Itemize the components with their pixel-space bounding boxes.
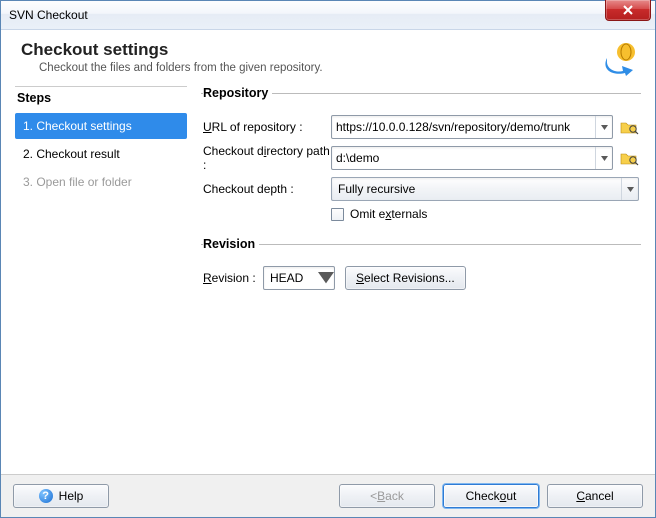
revision-group: Revision Revision : HEAD Select Revision… [201, 237, 641, 299]
main-panel: Repository URL of repository : [201, 86, 641, 474]
revision-combo[interactable]: HEAD [263, 266, 335, 290]
svn-logo-icon [603, 40, 639, 76]
cancel-button[interactable]: Cancel [547, 484, 643, 508]
depth-label: Checkout depth : [203, 182, 331, 196]
step-open-file: 3. Open file or folder [15, 169, 187, 195]
omit-externals-label: Omit externals [350, 207, 427, 221]
help-button[interactable]: ? Help [13, 484, 109, 508]
chevron-down-icon [318, 272, 334, 283]
depth-value: Fully recursive [332, 182, 621, 196]
url-label: URL of repository : [203, 120, 331, 134]
page-title: Checkout settings [21, 40, 323, 60]
folder-search-icon [619, 117, 639, 137]
chevron-down-icon [601, 125, 608, 130]
depth-combo[interactable]: Fully recursive [331, 177, 639, 201]
chevron-down-icon [627, 187, 634, 192]
header: Checkout settings Checkout the files and… [1, 30, 655, 86]
depth-dropdown-button[interactable] [621, 178, 638, 200]
page-subtitle: Checkout the files and folders from the … [39, 62, 323, 74]
select-revisions-button[interactable]: Select Revisions... [345, 266, 466, 290]
dir-input[interactable] [332, 147, 595, 169]
url-dropdown-button[interactable] [595, 116, 612, 138]
url-browse-button[interactable] [619, 117, 639, 137]
chevron-down-icon [601, 156, 608, 161]
folder-search-icon [619, 148, 639, 168]
revision-legend: Revision [203, 237, 259, 251]
close-icon [623, 5, 633, 15]
help-icon: ? [39, 489, 53, 503]
step-checkout-result[interactable]: 2. Checkout result [15, 141, 187, 167]
revision-label: Revision : [203, 271, 263, 285]
steps-panel: Steps 1. Checkout settings 2. Checkout r… [15, 86, 187, 474]
back-button: < Back [339, 484, 435, 508]
omit-externals-row[interactable]: Omit externals [331, 207, 639, 221]
close-button[interactable] [605, 0, 651, 21]
dir-label: Checkout directory path : [203, 144, 331, 172]
step-checkout-settings[interactable]: 1. Checkout settings [15, 113, 187, 139]
svn-checkout-window: SVN Checkout Checkout settings Checkout … [0, 0, 656, 518]
repository-legend: Repository [203, 86, 272, 100]
revision-value: HEAD [264, 271, 318, 285]
omit-externals-checkbox[interactable] [331, 208, 344, 221]
dir-dropdown-button[interactable] [595, 147, 612, 169]
revision-dropdown-button[interactable] [318, 267, 334, 289]
url-combo[interactable] [331, 115, 613, 139]
window-title: SVN Checkout [9, 8, 88, 22]
repository-group: Repository URL of repository : [201, 86, 641, 227]
url-input[interactable] [332, 116, 595, 138]
dir-browse-button[interactable] [619, 148, 639, 168]
titlebar: SVN Checkout [1, 1, 655, 30]
footer: ? Help < Back Checkout Cancel [1, 474, 655, 517]
dir-combo[interactable] [331, 146, 613, 170]
help-label: Help [59, 489, 84, 503]
checkout-button[interactable]: Checkout [443, 484, 539, 508]
steps-heading: Steps [17, 91, 187, 105]
